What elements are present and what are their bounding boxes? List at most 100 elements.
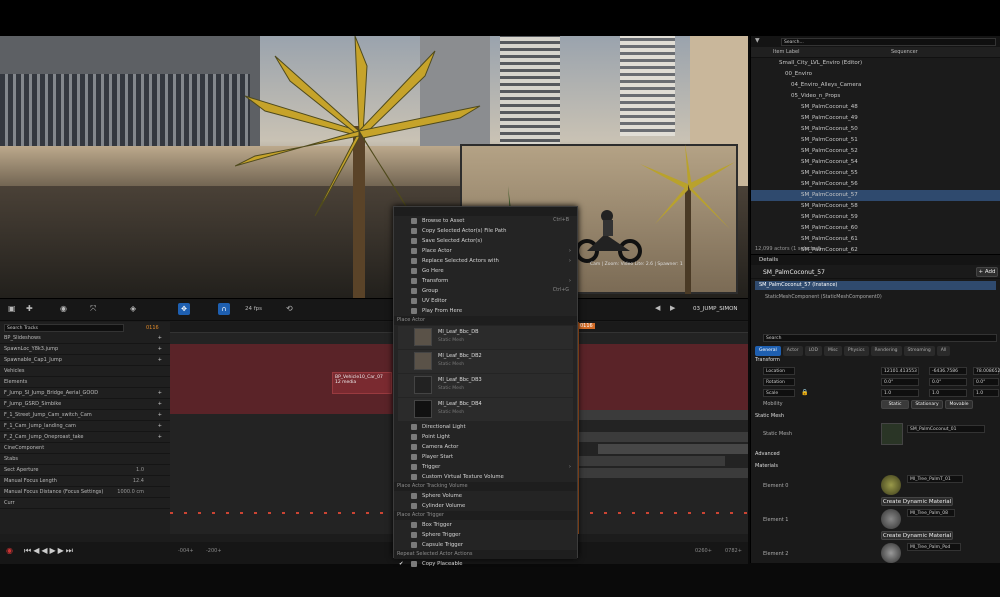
tree-item[interactable]: SM_PalmCoconut_48 <box>751 102 1000 113</box>
mobility-movable[interactable]: Movable <box>945 400 973 409</box>
tree-item[interactable]: SM_PalmCoconut_56 <box>751 179 1000 190</box>
back-icon[interactable]: ◀ <box>655 304 660 312</box>
rotation-dropdown[interactable]: Rotation <box>763 378 795 386</box>
section-bar[interactable] <box>575 410 748 420</box>
tree-item[interactable]: SM_PalmCoconut_52 <box>751 146 1000 157</box>
mobility-stationary[interactable]: Stationary <box>911 400 943 409</box>
add-track-icon[interactable]: + <box>158 344 162 354</box>
location-y[interactable]: -6436.7586 <box>929 367 967 375</box>
material0-thumbnail[interactable] <box>881 475 901 495</box>
filter-tab[interactable]: Streaming <box>903 346 935 356</box>
menu-item-group[interactable]: Group Ctrl+G <box>394 286 577 296</box>
tree-item[interactable]: SM_PalmCoconut_49 <box>751 113 1000 124</box>
menu-item-sphere-volume[interactable]: Sphere Volume <box>394 491 577 501</box>
location-x[interactable]: 12101.413553 <box>881 367 919 375</box>
menu-item-place-actor[interactable]: Place Actor › <box>394 246 577 256</box>
add-track-icon[interactable]: + <box>158 421 162 431</box>
track-row[interactable]: Vehicles <box>0 366 170 377</box>
menu-item-copy-placeable[interactable]: ✔ Copy Placeable <box>394 559 577 569</box>
rotation-x[interactable]: 0.0° <box>881 378 919 386</box>
add-track-icon[interactable]: + <box>158 410 162 420</box>
asset-item[interactable]: MI_Leaf_Bbc_DB Static Mesh <box>398 326 573 349</box>
menu-item-save[interactable]: Save Selected Actor(s) <box>394 236 577 246</box>
track-search-input[interactable]: Search Tracks <box>4 324 124 332</box>
rotation-z[interactable]: 0.0° <box>973 378 999 386</box>
filter-tab[interactable]: Physics <box>843 346 869 356</box>
actor-name[interactable]: SM_PalmCoconut_57 <box>763 269 825 276</box>
loop-icon[interactable]: ⟲ <box>286 304 293 313</box>
menu-item-trigger[interactable]: Trigger › <box>394 462 577 472</box>
transform-icon[interactable]: ⤧ <box>90 304 96 314</box>
static-mesh-thumbnail[interactable] <box>881 423 903 445</box>
asset-item[interactable]: MI_Leaf_Bbc_DB4 Static Mesh <box>398 398 573 421</box>
track-row[interactable]: F_1_Street_Jump_Cam_switch_Cam + <box>0 410 170 421</box>
scale-y[interactable]: 1.0 <box>929 389 967 397</box>
filter-tab[interactable]: Misc <box>823 346 842 356</box>
add-track-icon[interactable]: + <box>158 333 162 343</box>
asset-item[interactable]: MI_Leaf_Bbc_DB2 Static Mesh <box>398 350 573 373</box>
asset-item[interactable]: MI_Leaf_Bbc_DB3 Static Mesh <box>398 374 573 397</box>
menu-item-play-from-here[interactable]: Play From Here <box>394 306 577 316</box>
tree-item[interactable]: SM_PalmCoconut_61 <box>751 234 1000 245</box>
menu-item-camera-actor[interactable]: Camera Actor <box>394 442 577 452</box>
render-icon[interactable]: ◈ <box>130 304 136 313</box>
tree-item[interactable]: SM_PalmCoconut_55 <box>751 168 1000 179</box>
tree-item[interactable]: SM_PalmCoconut_59 <box>751 212 1000 223</box>
scale-z[interactable]: 1.0 <box>973 389 999 397</box>
element1-picker[interactable]: MI_Tree_Palm_08 <box>907 509 955 517</box>
add-track-icon[interactable]: + <box>158 399 162 409</box>
tree-item[interactable]: SM_PalmCoconut_51 <box>751 135 1000 146</box>
menu-item-directional-light[interactable]: Directional Light <box>394 422 577 432</box>
outliner-search-input[interactable]: Search... <box>781 38 996 46</box>
filter-tab[interactable]: General <box>755 346 781 356</box>
filter-icon[interactable]: ▼ <box>755 37 760 44</box>
fps-selector[interactable]: 24 fps <box>245 306 262 312</box>
filter-tab[interactable]: Actor <box>782 346 803 356</box>
tree-item[interactable]: Small_City_LVL_Enviro (Editor) <box>751 58 1000 69</box>
menu-item-replace[interactable]: Replace Selected Actors with › <box>394 256 577 266</box>
mobility-static[interactable]: Static <box>881 400 909 409</box>
section-advanced[interactable]: Advanced <box>755 451 780 457</box>
track-row[interactable]: Manual Focus Length 12.4 <box>0 476 170 487</box>
playhead[interactable] <box>578 322 579 534</box>
track-row[interactable]: Spawnable_Cap1_Jump + <box>0 355 170 366</box>
element2-picker[interactable]: MI_Tree_Palm_Pod <box>907 543 961 551</box>
menu-item-transform[interactable]: Transform › <box>394 276 577 286</box>
magnet-icon[interactable]: ∩ <box>218 303 230 315</box>
material1-thumbnail[interactable] <box>881 509 901 529</box>
record-icon[interactable]: ◉ <box>6 546 13 555</box>
menu-item-virtual-texture[interactable]: Custom Virtual Texture Volume <box>394 472 577 482</box>
details-search-input[interactable]: Search <box>763 334 997 342</box>
track-row[interactable]: SpawnLoc_Y8k3.jump + <box>0 344 170 355</box>
track-row[interactable]: Manual Focus Distance (Focus Settings) 10… <box>0 487 170 498</box>
static-mesh-picker[interactable]: SM_PalmCoconut_01 <box>907 425 985 433</box>
save-icon[interactable]: ▣ <box>8 304 16 313</box>
filter-tab[interactable]: Rendering <box>870 346 902 356</box>
menu-item-browse[interactable]: Browse to Asset Ctrl+B <box>394 216 577 226</box>
scale-dropdown[interactable]: Scale <box>763 389 795 397</box>
transport-controls-icon[interactable]: ⏮◀◀▶▶⏭ <box>24 546 75 556</box>
forward-icon[interactable]: ▶ <box>670 304 675 312</box>
range-start-2[interactable]: -200+ <box>206 548 222 554</box>
tree-item[interactable]: 04_Enviro_Alleys_Camera <box>751 80 1000 91</box>
add-track-icon[interactable]: + <box>158 388 162 398</box>
add-track-icon[interactable]: + <box>158 355 162 365</box>
track-row[interactable]: F_Jump_GSRD_Simbike + <box>0 399 170 410</box>
track-row[interactable]: Stabs <box>0 454 170 465</box>
material2-thumbnail[interactable] <box>881 543 901 563</box>
tree-item[interactable]: SM_PalmCoconut_58 <box>751 201 1000 212</box>
track-row[interactable]: F_2_Cam_Jump_Oneproast_take + <box>0 432 170 443</box>
section-transform[interactable]: Transform <box>755 357 780 363</box>
snap-icon[interactable]: ✥ <box>178 303 190 315</box>
section-materials[interactable]: Materials <box>755 463 778 469</box>
section-bar[interactable] <box>575 468 748 478</box>
tree-item[interactable]: SM_PalmCoconut_60 <box>751 223 1000 234</box>
range-start[interactable]: -004+ <box>178 548 194 554</box>
col-item-label[interactable]: Item Label <box>773 49 799 55</box>
add-track-icon[interactable]: + <box>158 432 162 442</box>
track-row[interactable]: F_Jump_SI_Jump_Bridge_Aerial_GOOD + <box>0 388 170 399</box>
create-dynamic-material-button-2[interactable]: Create Dynamic Material <box>881 531 953 540</box>
menu-item-player-start[interactable]: Player Start <box>394 452 577 462</box>
component-row[interactable]: StaticMeshComponent (StaticMeshComponent… <box>751 292 1000 303</box>
level-viewport[interactable]: Cam | Zoom: Video Lite: 2.6 | Spawner: 1 <box>0 36 748 298</box>
